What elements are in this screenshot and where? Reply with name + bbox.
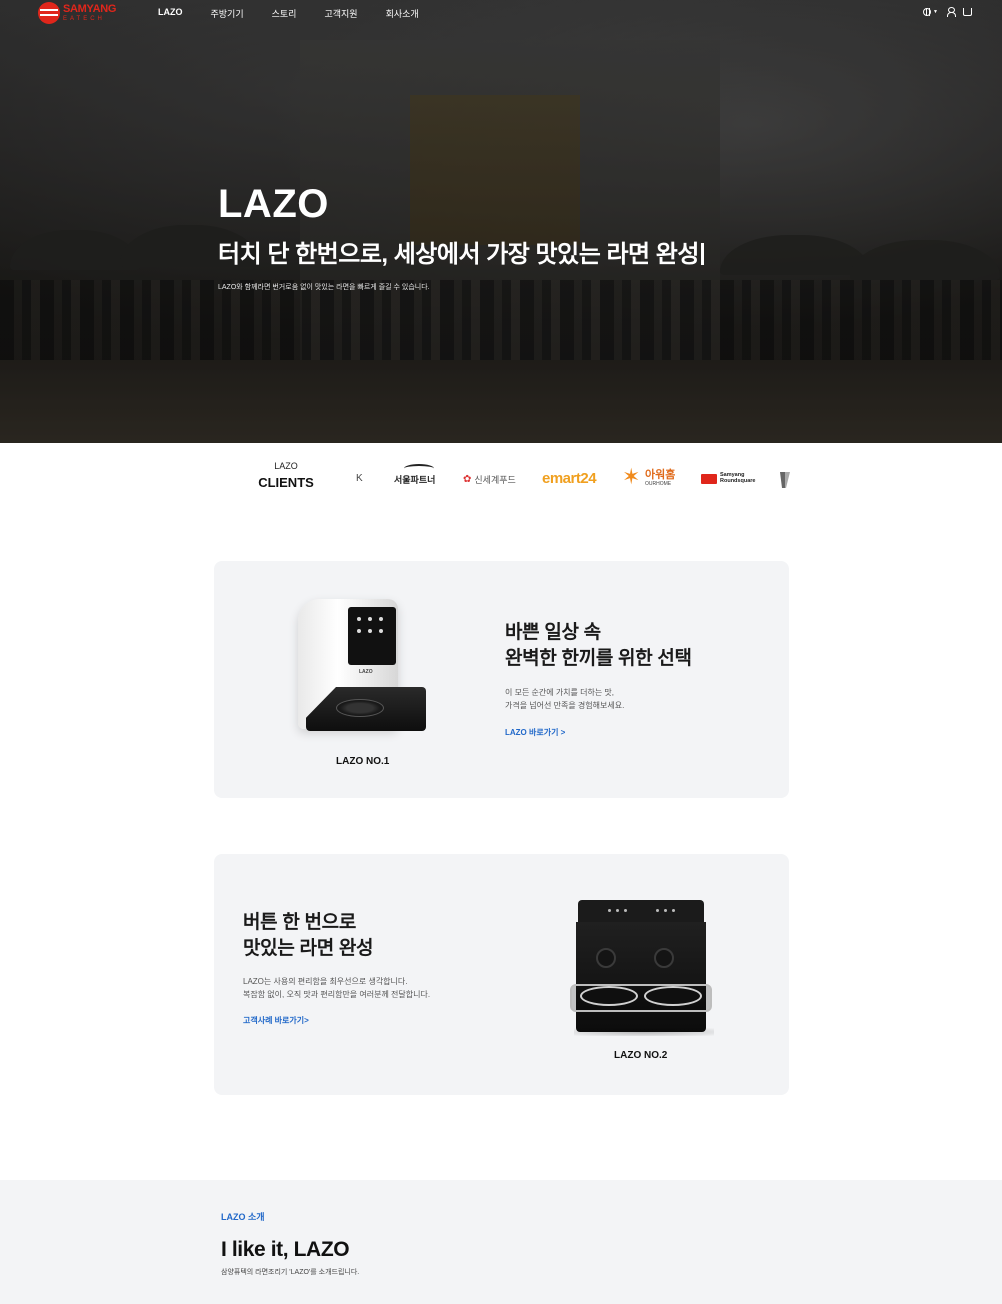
clients-heading: LAZO CLIENTS	[258, 461, 314, 490]
client-logo-samyang-roundsquare: Samyang Roundsquare	[701, 472, 756, 484]
device-logo: LAZO	[359, 669, 373, 675]
main-menu: LAZO 주방기기 스토리 고객지원 회사소개	[158, 7, 447, 20]
intro-eyebrow: LAZO 소개	[221, 1212, 265, 1222]
lazo-no2-product-image	[570, 900, 714, 1036]
client-logo-k: K	[356, 473, 363, 484]
client-logo-ourhome: 아워홈OURHOME	[622, 464, 676, 490]
lazo-shortcut-link[interactable]: LAZO 바로가기 >	[505, 727, 565, 738]
feature-card-lazo-no1: LAZO LAZO NO.1 바쁜 일상 속 완벽한 한끼를 위한 선택 이 모…	[214, 561, 789, 798]
menu-item-kitchen[interactable]: 주방기기	[211, 7, 244, 20]
card-desc-line1: 이 모든 순간에 가치를 더하는 맛,	[505, 688, 615, 697]
card-title: 바쁜 일상 속 완벽한 한끼를 위한 선택	[505, 620, 692, 672]
card-desc-line2: 가격을 넘어선 만족을 경험해보세요.	[505, 701, 625, 710]
clients-strip: LAZO CLIENTS K 서울파트너 ✿신세계푸드 emart24 아워홈O…	[0, 443, 1002, 523]
product-caption: LAZO NO.1	[336, 756, 390, 767]
device-control-panel	[578, 900, 704, 922]
lazo-no1-product-image: LAZO	[296, 599, 426, 739]
clients-label-small: LAZO	[274, 461, 298, 471]
client-logo-ourhome-en: OURHOME	[645, 480, 672, 487]
product-caption: LAZO NO.2	[614, 1050, 668, 1061]
samyang-logo-icon	[38, 2, 60, 24]
client-logo-ourhome-kr: 아워홈	[645, 468, 676, 481]
top-navigation: SAMYANG EATECH LAZO 주방기기 스토리 고객지원 회사소개 ▼	[0, 0, 1002, 26]
client-logo-shinsegae-text: 신세계푸드	[474, 475, 516, 485]
hero-subtitle: 터치 단 한번으로, 세상에서 가장 맛있는 라면 완성	[218, 240, 704, 270]
ourhome-star-icon	[622, 464, 642, 490]
globe-icon[interactable]	[923, 7, 932, 16]
intro-description: 삼양퓨텍의 라면조리기 'LAZO'를 소개드립니다.	[221, 1269, 360, 1276]
device-screen	[348, 607, 396, 665]
card-title-line1: 바쁜 일상 속	[505, 622, 601, 643]
card-desc-line2: 복잡함 없이, 오직 맛과 편리함만을 여러분께 전달합니다.	[243, 990, 431, 999]
feature-card-lazo-no2: 버튼 한 번으로 맛있는 라면 완성 LAZO는 사용의 편리함을 최우선으로 …	[214, 854, 789, 1095]
hero-copy: LAZO 터치 단 한번으로, 세상에서 가장 맛있는 라면 완성 LAZO와 …	[218, 180, 704, 292]
client-logo-seoul: 서울파트너	[394, 464, 436, 486]
card-title-line1: 버튼 한 번으로	[243, 912, 357, 933]
samyang-logo[interactable]: SAMYANG EATECH	[38, 2, 116, 24]
card-title: 버튼 한 번으로 맛있는 라면 완성	[243, 910, 374, 962]
cook-ring-left	[580, 986, 638, 1006]
chevron-down-icon: ▼	[933, 8, 938, 15]
card-title-line2: 완벽한 한끼를 위한 선택	[505, 648, 692, 669]
nozzle-right	[654, 948, 674, 968]
nozzle-left	[596, 948, 616, 968]
client-logo-emart24: emart24	[542, 470, 597, 487]
menu-item-support[interactable]: 고객지원	[324, 7, 357, 20]
menu-item-lazo[interactable]: LAZO	[158, 7, 183, 20]
hero-description: LAZO와 함께라면 번거로움 없이 맛있는 라면을 빠르게 즐길 수 있습니다…	[218, 284, 430, 291]
logo-name: SAMYANG	[63, 3, 117, 15]
client-logo-samyang-line2: Roundsquare	[720, 477, 756, 484]
card-description: 이 모든 순간에 가치를 더하는 맛, 가격을 넘어선 만족을 경험해보세요.	[505, 686, 624, 712]
cart-icon[interactable]	[963, 7, 972, 16]
lazo-intro-section: LAZO 소개 I like it, LAZO 삼양퓨텍의 라면조리기 'LAZ…	[0, 1180, 1002, 1304]
nav-utility: ▼	[923, 7, 972, 17]
roof-icon	[404, 464, 434, 473]
device-shadow	[574, 1028, 714, 1036]
logo-subtext: EATECH	[63, 16, 105, 22]
client-logo-seoul-text: 서울파트너	[394, 475, 436, 485]
cook-ring-right	[644, 986, 702, 1006]
client-logo-partial	[780, 472, 790, 488]
client-logo-shinsegae: ✿ 신세계푸드	[463, 473, 516, 486]
menu-item-story[interactable]: 스토리	[272, 7, 297, 20]
menu-item-company[interactable]: 회사소개	[386, 7, 419, 20]
card-desc-line1: LAZO는 사용의 편리함을 최우선으로 생각합니다.	[243, 977, 408, 986]
samyang-mark-icon	[701, 473, 717, 484]
induction-pad	[336, 699, 384, 717]
hero-title: LAZO	[218, 182, 329, 226]
case-study-link[interactable]: 고객사례 바로가기>	[243, 1015, 309, 1026]
user-icon[interactable]	[947, 7, 956, 17]
card-description: LAZO는 사용의 편리함을 최우선으로 생각합니다. 복잡함 없이, 오직 맛…	[243, 975, 430, 1001]
hero-subtitle-text: 터치 단 한번으로, 세상에서 가장 맛있는 라면 완성	[218, 241, 699, 268]
card-title-line2: 맛있는 라면 완성	[243, 938, 374, 959]
typing-cursor	[700, 243, 704, 265]
intro-title: I like it, LAZO	[221, 1238, 350, 1261]
clients-label-big: CLIENTS	[258, 475, 314, 490]
flower-icon: ✿	[463, 474, 472, 485]
device-body	[576, 922, 706, 1032]
